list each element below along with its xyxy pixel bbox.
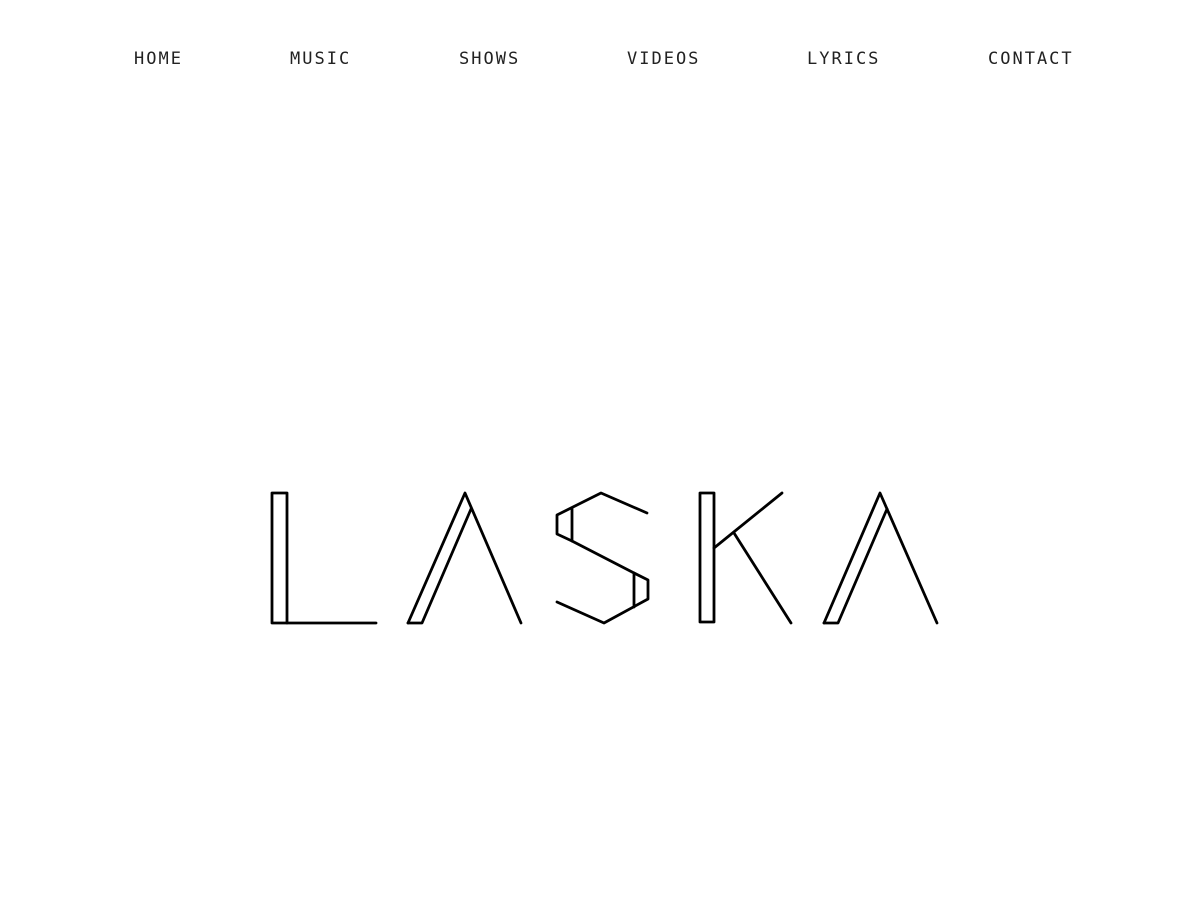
laska-logo [0,0,1200,901]
page: HOME MUSIC SHOWS VIDEOS LYRICS CONTACT [0,0,1200,901]
logo-letter-a [822,491,939,625]
logo-letter-k [698,491,793,625]
logo-letter-s [555,491,650,625]
logo-letter-a [406,491,523,625]
logo-letter-l [270,491,378,625]
laska-logo-graphic [270,491,939,625]
